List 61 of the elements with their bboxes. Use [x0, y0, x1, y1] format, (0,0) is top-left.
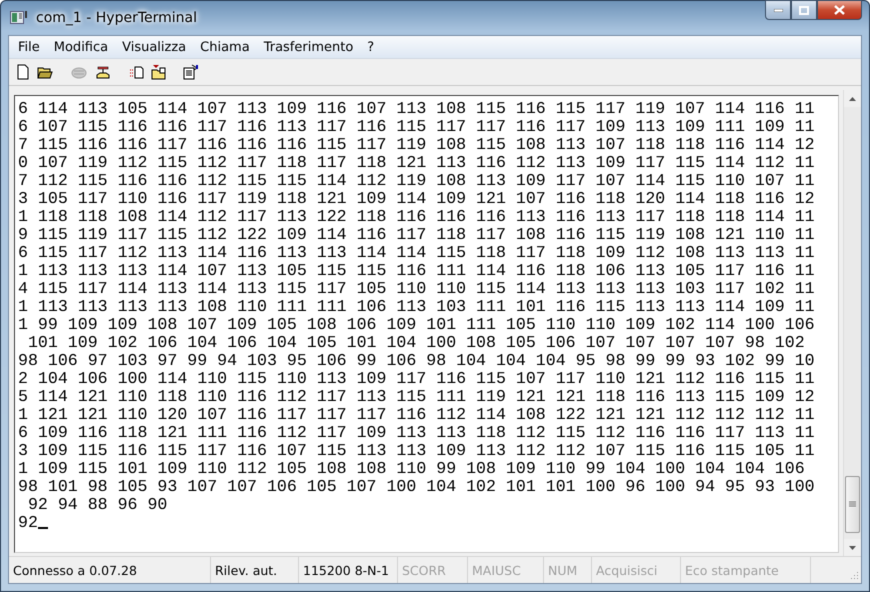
terminal-line: 7 115 116 116 117 116 116 116 115 117 119 108 115 108 113 107 118 118 116 114 12	[18, 136, 815, 154]
receive-folder-icon[interactable]	[151, 64, 167, 80]
status-pane: Eco stampante	[681, 557, 811, 583]
properties-icon[interactable]	[183, 64, 199, 80]
maximize-button[interactable]	[791, 0, 817, 20]
terminal-line: 1 109 115 101 109 110 112 105 108 108 110 99 108 109 110 99 104 100 104 104 106	[18, 460, 805, 478]
status-pane: NUM	[544, 557, 592, 583]
down-arrow-icon	[849, 546, 856, 550]
terminal-line: 3 105 117 110 116 117 119 118 121 109 114 109 121 107 116 118 120 114 118 116 12	[18, 190, 815, 208]
terminal-line: 98 101 98 105 93 107 107 106 105 107 100 104 102 101 101 100 96 100 94 95 93 100	[18, 478, 815, 496]
terminal-line: 101 109 102 106 104 106 104 105 101 104 100 108 105 106 107 107 107 107 98 102	[26, 334, 805, 352]
phone-icon[interactable]	[95, 64, 111, 80]
terminal-line: 2 104 106 100 114 110 115 110 113 109 117 116 115 107 117 110 121 112 116 115 11	[18, 370, 815, 388]
maximize-icon	[799, 6, 809, 14]
terminal-line: 9 115 119 117 115 112 122 109 114 116 117 118 117 108 116 115 119 108 121 110 11	[18, 226, 815, 244]
terminal-line: 92 94 88 96 90	[26, 496, 168, 514]
terminal-line: 0 107 119 112 115 112 117 118 117 118 121 113 116 112 113 109 117 115 114 112 11	[18, 154, 815, 172]
text-cursor	[38, 527, 48, 529]
terminal-line: 1 113 113 113 113 108 110 111 111 106 113 103 111 101 116 115 113 113 114 109 11	[18, 298, 815, 316]
terminal-line: 5 114 121 110 118 110 116 112 117 113 115 111 119 121 121 118 116 113 115 109 12	[18, 388, 815, 406]
status-pane: SCORR	[398, 557, 468, 583]
terminal-line: 6 109 116 118 121 111 116 112 117 109 113 113 118 112 115 112 116 116 117 113 11	[18, 424, 815, 442]
terminal-line: 7 112 115 116 116 112 115 115 114 112 119 108 113 109 117 107 114 115 110 107 11	[18, 172, 815, 190]
terminal-line: 1 121 121 110 120 107 116 117 117 117 116 112 114 108 122 121 121 112 112 112 11	[18, 406, 815, 424]
window-title: com_1 - HyperTerminal	[36, 10, 197, 26]
menu-item[interactable]: ?	[360, 40, 382, 54]
new-document-icon[interactable]	[15, 64, 31, 80]
menu-item[interactable]: Chiama	[193, 40, 257, 54]
minimize-icon	[774, 8, 782, 12]
close-button[interactable]	[817, 0, 862, 20]
status-pane: Connesso a 0.07.28	[9, 557, 211, 583]
terminal-screen[interactable]	[14, 95, 839, 553]
terminal-line: 1 118 118 108 114 112 117 113 122 118 116 116 116 113 116 113 117 118 118 114 11	[18, 208, 815, 226]
terminal-app-icon	[10, 10, 28, 26]
menu-item[interactable]: Trasferimento	[256, 40, 360, 54]
terminal-line: 4 115 117 114 113 114 113 115 117 105 110 110 115 114 113 113 113 103 117 102 11	[18, 280, 815, 298]
resize-grip-icon[interactable]	[848, 570, 859, 581]
grip-icon	[849, 501, 856, 508]
menu-item[interactable]: Modifica	[46, 40, 116, 54]
menu-item[interactable]: File	[11, 40, 47, 54]
menu-item[interactable]: Visualizza	[115, 40, 194, 54]
send-file-icon[interactable]	[129, 64, 145, 80]
terminal-line: 6 114 113 105 114 107 113 109 116 107 113 108 115 116 115 117 119 107 114 116 11	[18, 100, 815, 118]
status-pane: 115200 8-N-1	[299, 557, 398, 583]
status-pane: Rilev. aut.	[211, 557, 299, 583]
scroll-up-button[interactable]	[844, 90, 861, 107]
scrollbar-thumb[interactable]	[845, 476, 860, 533]
up-arrow-icon	[849, 96, 856, 100]
vertical-scrollbar[interactable]	[843, 90, 861, 556]
scroll-down-button[interactable]	[844, 539, 861, 556]
close-icon	[834, 5, 845, 15]
terminal-line: 6 115 117 112 113 114 116 113 113 114 114 115 118 117 118 109 112 108 113 113 11	[18, 244, 815, 262]
status-pane: Acquisisci	[592, 557, 681, 583]
terminal-line: 1 113 113 113 114 107 113 105 115 115 116 111 114 116 118 106 113 105 117 116 11	[18, 262, 815, 280]
status-pane: MAIUSC	[468, 557, 544, 583]
terminal-line: 1 99 109 109 108 107 109 105 108 106 109 101 111 105 110 110 109 102 114 100 106	[18, 316, 815, 334]
terminal-line: 98 106 97 103 97 99 94 103 95 106 99 106 98 104 104 104 95 98 99 99 93 102 99 10	[18, 352, 815, 370]
minimize-button[interactable]	[765, 0, 791, 20]
terminal-line: 3 109 115 116 115 117 116 107 115 113 113 109 113 112 112 107 115 116 115 105 11	[18, 442, 815, 460]
terminal-line: 92	[18, 514, 38, 532]
terminal-line: 6 107 115 116 116 117 116 113 117 116 115 117 117 116 117 109 113 109 111 109 11	[18, 118, 815, 136]
